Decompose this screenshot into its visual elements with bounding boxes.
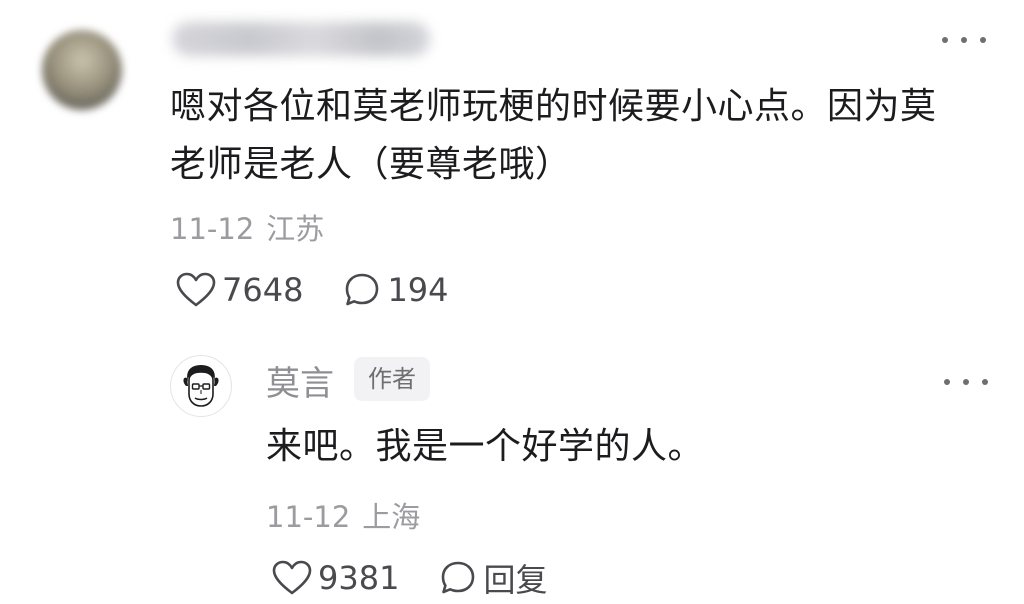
author-username[interactable]: 莫言 <box>266 356 334 405</box>
reply-like-button[interactable]: 9381 <box>272 559 399 597</box>
reply-action-label: 回复 <box>483 561 548 599</box>
more-dot-icon <box>961 37 967 43</box>
comment-actions: 7648 194 <box>176 266 449 314</box>
comment-body: 嗯对各位和莫老师玩梗的时候要小心点。因为莫老师是老人（要尊老哦） <box>170 86 937 185</box>
comment-location: 江苏 <box>266 212 325 246</box>
commenter-username-blurred[interactable] <box>172 22 430 56</box>
comment-thread: 嗯对各位和莫老师玩梗的时候要小心点。因为莫老师是老人（要尊老哦） 11-12 江苏… <box>0 0 1024 604</box>
more-dot-icon <box>980 37 986 43</box>
comment-more-options-button[interactable] <box>942 30 986 50</box>
comment-like-count: 7648 <box>222 271 304 309</box>
speech-bubble-icon <box>442 561 475 594</box>
reply-date: 11-12 <box>266 500 351 534</box>
commenter-avatar[interactable] <box>42 30 122 110</box>
heart-outline-icon <box>176 272 216 307</box>
more-dot-icon <box>982 379 988 385</box>
reply-like-count: 9381 <box>318 559 400 597</box>
reply-more-options-button[interactable] <box>944 372 988 392</box>
author-avatar[interactable] <box>170 355 232 417</box>
more-dot-icon <box>942 37 948 43</box>
reply-to-reply-button[interactable]: 回复 <box>439 555 547 601</box>
heart-outline-icon <box>272 560 312 595</box>
cartoon-portrait-avatar-icon <box>183 365 219 407</box>
comment-like-button[interactable]: 7648 <box>176 271 303 309</box>
speech-bubble-icon <box>346 273 379 306</box>
reply-body: 来吧。我是一个好学的人。 <box>266 426 705 467</box>
author-badge: 作者 <box>354 357 430 401</box>
comment-date: 11-12 <box>170 212 255 246</box>
comment-reply-count-button[interactable]: 194 <box>343 271 449 309</box>
more-dot-icon <box>944 379 950 385</box>
comment-meta: 11-12 江苏 <box>170 206 324 248</box>
reply-actions: 9381 回复 <box>272 554 547 602</box>
reply-meta: 11-12 上海 <box>266 494 420 536</box>
comment-reply-count: 194 <box>387 271 449 309</box>
more-dot-icon <box>963 379 969 385</box>
reply-location: 上海 <box>362 500 421 534</box>
